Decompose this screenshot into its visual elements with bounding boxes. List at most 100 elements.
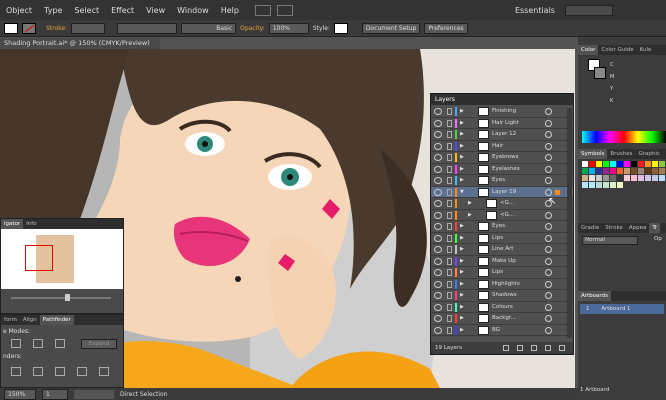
bridge-icon[interactable] (254, 4, 271, 16)
tab-transform[interactable]: form (1, 315, 20, 325)
layer-row[interactable]: ▶ BG (431, 325, 573, 336)
layer-row[interactable]: ▶ Eyebrows (431, 152, 573, 164)
eye-visibility-icon[interactable] (434, 223, 442, 230)
color-swatch[interactable] (624, 175, 630, 181)
search-input[interactable] (564, 4, 613, 16)
expand-triangle-icon[interactable]: ▶ (460, 244, 464, 255)
tab-graphic-styles[interactable]: Graphic (635, 149, 662, 159)
color-swatch[interactable] (638, 161, 644, 167)
color-swatch[interactable] (638, 175, 644, 181)
divide-icon[interactable] (11, 367, 21, 376)
tab-symbols[interactable]: Symbols (578, 149, 608, 159)
color-swatch[interactable] (617, 168, 623, 174)
expand-button[interactable]: Expand (81, 339, 117, 349)
unite-icon[interactable] (11, 339, 21, 348)
lock-icon[interactable] (447, 188, 452, 196)
eye-visibility-icon[interactable] (434, 234, 442, 242)
variable-width-profile[interactable] (117, 22, 178, 34)
layer-row[interactable]: ▶ Eyes (431, 175, 573, 187)
layer-row[interactable]: ▶ Eyelashes (431, 164, 573, 175)
stroke-swatch[interactable] (22, 22, 36, 34)
eye-visibility-icon[interactable] (434, 165, 442, 173)
color-swatch[interactable] (589, 175, 595, 181)
menu-object[interactable]: Object (0, 6, 38, 15)
expand-triangle-icon[interactable]: ▶ (460, 233, 464, 244)
stroke-weight-field[interactable] (71, 22, 106, 34)
color-swatch[interactable] (603, 168, 609, 174)
lock-icon[interactable] (447, 142, 452, 150)
layer-row[interactable]: ▶ Colours (431, 302, 573, 313)
eye-visibility-icon[interactable] (434, 119, 442, 127)
color-swatch[interactable] (631, 161, 637, 167)
outline-icon[interactable] (99, 367, 109, 376)
document-setup-button[interactable]: Document Setup (361, 22, 421, 34)
stroke-color-box[interactable] (594, 67, 606, 79)
tab-stroke[interactable]: Stroke (602, 223, 626, 233)
color-swatch[interactable] (610, 182, 616, 188)
lock-icon[interactable] (447, 269, 452, 276)
eye-visibility-icon[interactable] (434, 257, 442, 265)
zoom-select[interactable]: 150% (4, 388, 36, 400)
target-circle-icon[interactable] (545, 223, 552, 230)
minus-front-icon[interactable] (33, 339, 43, 348)
menu-window[interactable]: Window (171, 6, 215, 15)
tab-pathfinder[interactable]: Pathfinder (39, 315, 74, 325)
color-swatch[interactable] (617, 182, 623, 188)
intersect-icon[interactable] (55, 339, 65, 348)
color-swatch[interactable] (624, 168, 630, 174)
eye-visibility-icon[interactable] (434, 211, 442, 219)
color-swatch[interactable] (610, 161, 616, 167)
lock-icon[interactable] (447, 234, 452, 242)
color-swatch[interactable] (659, 161, 665, 167)
preferences-button[interactable]: Preferences (424, 22, 468, 34)
expand-triangle-icon[interactable]: ▶ (460, 313, 464, 324)
lock-icon[interactable] (447, 200, 452, 207)
lock-icon[interactable] (447, 165, 452, 173)
eye-visibility-icon[interactable] (434, 142, 442, 150)
menu-view[interactable]: View (140, 6, 171, 15)
eye-visibility-icon[interactable] (434, 315, 442, 322)
locate-object-icon[interactable] (503, 345, 509, 351)
fill-swatch[interactable] (4, 22, 18, 34)
color-swatch[interactable] (596, 175, 602, 181)
expand-triangle-icon[interactable]: ▶ (460, 325, 464, 336)
target-circle-icon[interactable] (545, 119, 552, 127)
layer-row[interactable]: ▶ Layer 12 (431, 129, 573, 141)
trim-icon[interactable] (33, 367, 43, 376)
selection-indicator[interactable] (555, 189, 560, 195)
tab-align[interactable]: Align (20, 315, 40, 325)
target-circle-icon[interactable] (545, 246, 552, 253)
eye-visibility-icon[interactable] (434, 177, 442, 184)
color-swatch[interactable] (631, 175, 637, 181)
tab-appearance[interactable]: Appea (626, 223, 650, 233)
tab-brushes[interactable]: Brushes (607, 149, 635, 159)
new-sublayer-icon[interactable] (531, 345, 537, 351)
color-swatch[interactable] (617, 161, 623, 167)
color-swatch[interactable] (589, 168, 595, 174)
eye-visibility-icon[interactable] (434, 303, 442, 311)
lock-icon[interactable] (447, 303, 452, 311)
zoom-slider[interactable] (11, 294, 111, 301)
layer-row[interactable]: ▶ <G... (431, 210, 573, 221)
eye-visibility-icon[interactable] (434, 188, 442, 196)
color-swatch[interactable] (603, 161, 609, 167)
target-circle-icon[interactable] (545, 292, 552, 299)
expand-triangle-icon[interactable]: ▶ (460, 152, 464, 163)
target-circle-icon[interactable] (545, 303, 552, 311)
eye-visibility-icon[interactable] (434, 269, 442, 276)
layer-row[interactable]: ▶ Backgr... (431, 313, 573, 325)
graphic-style-swatch[interactable] (333, 22, 348, 34)
target-circle-icon[interactable] (545, 154, 552, 161)
expand-triangle-icon[interactable]: ▶ (468, 210, 472, 221)
layer-row[interactable]: ▶ Hair (431, 141, 573, 152)
opacity-field[interactable]: 100% (268, 22, 309, 34)
expand-triangle-icon[interactable]: ▶ (460, 129, 464, 140)
arrange-documents-icon[interactable] (276, 4, 293, 16)
color-swatch[interactable] (638, 168, 644, 174)
color-swatch[interactable] (610, 175, 616, 181)
expand-triangle-icon[interactable]: ▶ (460, 118, 464, 129)
merge-icon[interactable] (55, 367, 65, 376)
eye-visibility-icon[interactable] (434, 108, 442, 115)
lock-icon[interactable] (447, 280, 452, 288)
color-swatch[interactable] (617, 175, 623, 181)
